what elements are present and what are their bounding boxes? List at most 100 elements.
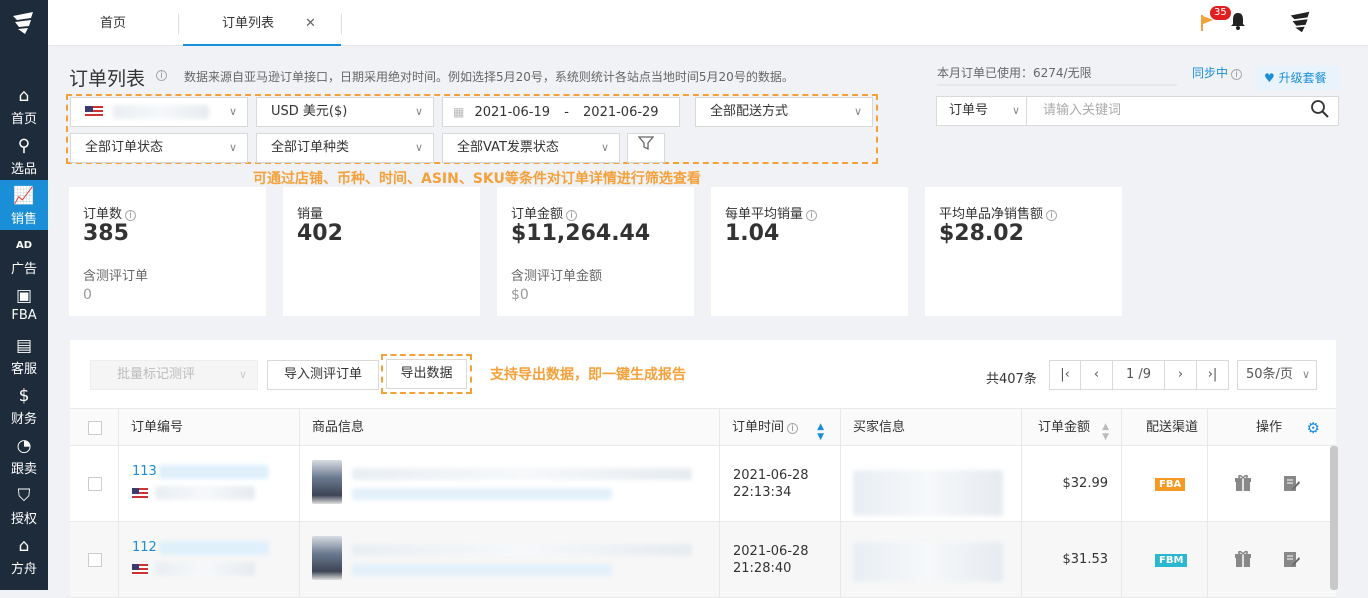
filter-annotation: 可通过店铺、币种、时间、ASIN、SKU等条件对订单详情进行筛选查看 xyxy=(253,171,701,187)
amount-cell: $32.99 xyxy=(1022,446,1122,522)
product-thumbnail[interactable] xyxy=(312,460,342,504)
order-type-select[interactable]: 全部订单种类 ∨ xyxy=(256,133,434,163)
sidebar-item-label: 方舟 xyxy=(10,562,37,577)
shipping-select[interactable]: 全部配送方式 ∨ xyxy=(695,97,873,127)
scrollbar[interactable] xyxy=(1330,446,1338,590)
advanced-filter-button[interactable] xyxy=(627,133,665,163)
order-time: 21:28:40 xyxy=(733,561,792,576)
stat-label: 订单金额 i xyxy=(511,203,578,222)
product-cell xyxy=(300,446,720,522)
sidebar-item-2[interactable]: 📈 销售 xyxy=(0,180,48,230)
first-page-button[interactable]: |‹ xyxy=(1049,360,1081,390)
prev-page-button[interactable]: ‹ xyxy=(1081,360,1113,390)
funnel-icon xyxy=(637,136,655,151)
info-icon[interactable]: i xyxy=(806,210,818,221)
tab-order-list-label: 订单列表 xyxy=(222,16,275,31)
currency-select[interactable]: USD 美元($) ∨ xyxy=(256,97,434,127)
ad-icon: AD xyxy=(15,240,33,251)
info-icon[interactable]: i xyxy=(787,423,799,434)
batch-mark-review-select[interactable]: 批量标记测评 ∨ xyxy=(90,360,258,390)
sidebar-item-label: 跟卖 xyxy=(10,462,37,477)
import-review-orders-button[interactable]: 导入测评订单 xyxy=(267,360,379,390)
stat-value: $11,264.44 xyxy=(511,221,651,246)
sidebar-item-9[interactable]: ⌂ 方舟 xyxy=(0,530,48,580)
edit-note-icon[interactable] xyxy=(1282,550,1300,573)
sidebar-item-4[interactable]: ▣ FBA xyxy=(0,280,48,330)
order-time-cell: 2021-06-28 22:13:34 xyxy=(720,446,841,522)
edit-note-icon[interactable] xyxy=(1282,474,1300,497)
page-input[interactable]: 1 /9 xyxy=(1113,360,1165,390)
channel-cell: FBM xyxy=(1122,522,1208,598)
tab-order-list[interactable]: 订单列表 ✕ xyxy=(183,0,341,46)
sidebar-item-7[interactable]: ◔ 跟卖 xyxy=(0,430,48,480)
gift-icon[interactable] xyxy=(1234,550,1252,573)
us-flag-icon xyxy=(85,105,103,118)
settings-icon[interactable]: ⚙ xyxy=(1307,409,1320,447)
product-thumbnail[interactable] xyxy=(312,536,342,580)
header-order-time[interactable]: 订单时间 i ▲ ▼ xyxy=(720,409,841,447)
sidebar-item-label: FBA xyxy=(11,308,37,323)
actions-cell xyxy=(1208,446,1336,522)
sidebar-item-0[interactable]: ⌂ 首页 xyxy=(0,80,48,130)
info-icon[interactable]: i xyxy=(156,70,167,81)
row-checkbox[interactable] xyxy=(88,477,102,491)
gift-icon[interactable] xyxy=(1234,474,1252,497)
header-amount[interactable]: 订单金额 ▲ ▼ xyxy=(1022,409,1122,447)
product-title-redacted xyxy=(352,468,692,480)
stat-sub-value: 0 xyxy=(83,287,92,303)
order-quota: 本月订单已使用：6274/无限 xyxy=(937,66,1092,80)
currency-value: USD 美元($) xyxy=(271,104,348,119)
info-icon[interactable]: i xyxy=(125,210,137,221)
stat-label: 平均单品净销售额 i xyxy=(939,203,1058,222)
date-separator: - xyxy=(564,105,569,120)
page-title: 订单列表 xyxy=(69,68,146,90)
upgrade-button[interactable]: ♥ 升级套餐 xyxy=(1256,66,1340,90)
search-bar: 订单号 ∨ 请输入关键词 xyxy=(936,96,1339,126)
search-icon[interactable] xyxy=(1310,99,1330,124)
sidebar-item-6[interactable]: $ 财务 xyxy=(0,380,48,430)
chevron-down-icon: ∨ xyxy=(600,141,609,154)
tab-home[interactable]: 首页 xyxy=(100,0,126,46)
sidebar-item-1[interactable]: ⚲ 选品 xyxy=(0,130,48,180)
sort-icon[interactable]: ▲ ▼ xyxy=(817,422,824,442)
shield-icon: ⛉ xyxy=(17,486,31,506)
shipping-value: 全部配送方式 xyxy=(710,104,789,119)
stat-label-text: 每单平均销量 xyxy=(725,207,804,222)
order-id-link[interactable]: 113 xyxy=(132,464,269,479)
sidebar-item-5[interactable]: ▤ 客服 xyxy=(0,330,48,380)
sidebar-item-8[interactable]: ⛉ 授权 xyxy=(0,480,48,530)
stat-label: 销量 xyxy=(297,203,323,222)
top-tab-bar: 首页 订单列表 ✕ 35 xyxy=(48,0,1368,46)
search-type-select[interactable]: 订单号 ∨ xyxy=(937,97,1027,125)
date-range-picker[interactable]: ▦ 2021-06-19 - 2021-06-29 xyxy=(442,97,680,127)
store-select[interactable]: ∨ xyxy=(70,97,248,127)
app-logo-icon[interactable] xyxy=(8,8,40,40)
row-checkbox[interactable] xyxy=(88,553,102,567)
info-icon[interactable]: i xyxy=(566,210,578,221)
search-input[interactable]: 请输入关键词 xyxy=(1043,97,1121,125)
order-date: 2021-06-28 xyxy=(733,544,809,559)
order-id-link[interactable]: 112 xyxy=(132,540,269,555)
last-page-button[interactable]: ›| xyxy=(1197,360,1229,390)
info-icon[interactable]: i xyxy=(1231,69,1243,80)
select-all-checkbox[interactable] xyxy=(88,421,102,435)
next-page-button[interactable]: › xyxy=(1165,360,1197,390)
close-icon[interactable]: ✕ xyxy=(305,0,316,48)
table-row[interactable]: 112 2021-06-28 21:28:40 $31.53 FBM xyxy=(70,522,1336,598)
sort-icon[interactable]: ▲ ▼ xyxy=(1102,422,1109,442)
header-order-no: 订单编号 xyxy=(119,409,300,447)
channel-badge: FBM xyxy=(1155,554,1188,567)
page-size-select[interactable]: 50条/页 ∨ xyxy=(1237,360,1317,390)
stat-label: 每单平均销量 i xyxy=(725,203,818,222)
sidebar-item-3[interactable]: AD 广告 xyxy=(0,230,48,280)
chevron-down-icon: ∨ xyxy=(853,105,862,118)
table-row[interactable]: 113 2021-06-28 22:13:34 $32.99 FBA xyxy=(70,446,1336,522)
avatar[interactable] xyxy=(1286,8,1316,38)
export-data-button[interactable]: 导出数据 xyxy=(386,359,467,389)
info-icon[interactable]: i xyxy=(1046,210,1058,221)
vat-status-select[interactable]: 全部VAT发票状态 ∨ xyxy=(442,133,620,163)
order-status-select[interactable]: 全部订单状态 ∨ xyxy=(70,133,248,163)
bell-icon[interactable] xyxy=(1230,12,1246,35)
product-cell xyxy=(300,522,720,598)
order-amount: $32.99 xyxy=(1062,476,1109,491)
